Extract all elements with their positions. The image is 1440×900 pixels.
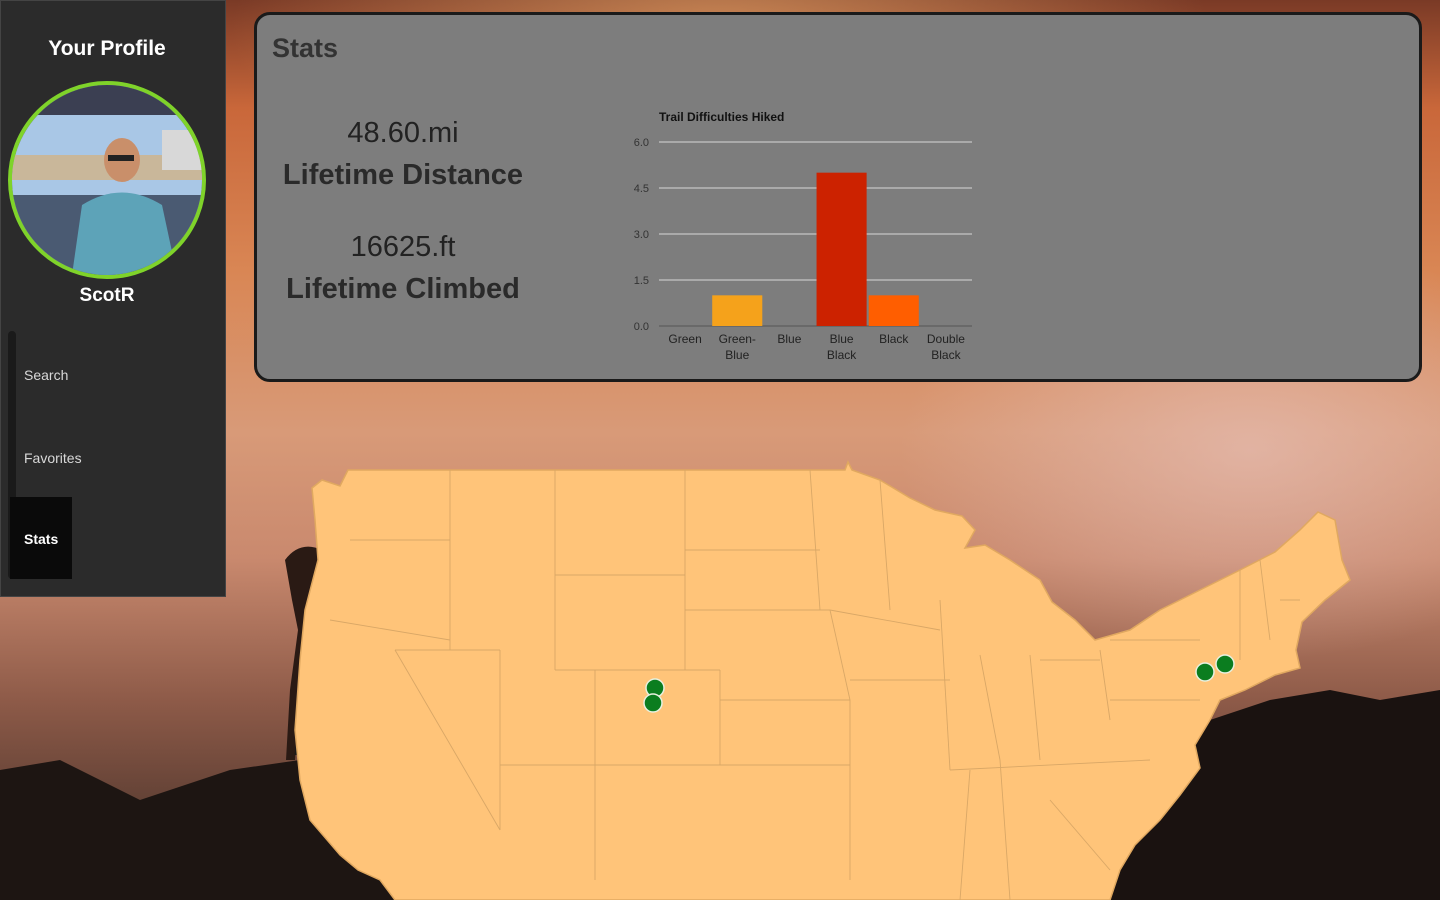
stats-panel: Stats 48.60.mi Lifetime Distance 16625.f… (254, 12, 1422, 382)
username: ScotR (79, 285, 135, 306)
y-tick-label: 3.0 (634, 229, 649, 241)
avatar-photo (12, 85, 202, 275)
hike-marker[interactable] (1215, 654, 1235, 674)
x-tick-label: Black (879, 332, 909, 346)
nav-item-favorites[interactable]: Favorites (10, 416, 82, 498)
bar[interactable] (868, 295, 919, 326)
profile-sidebar: Your Profile ScotR Search Favorites Stat… (0, 0, 226, 597)
y-tick-label: 1.5 (634, 275, 649, 287)
distance-value: 48.60.mi (347, 117, 459, 149)
profile-title: Your Profile (48, 37, 166, 60)
nav-item-label: Favorites (24, 450, 82, 466)
x-tick-label: Green- (719, 332, 756, 346)
climbed-label: Lifetime Climbed (286, 273, 520, 305)
panel-title: Stats (272, 33, 339, 63)
x-tick-label: Blue (777, 332, 801, 346)
x-tick-label: Blue (725, 348, 749, 362)
chart-title: Trail Difficulties Hiked (659, 110, 784, 124)
hike-marker[interactable] (643, 693, 663, 713)
us-map-shape (294, 460, 1351, 900)
nav-item-stats[interactable]: Stats (10, 497, 72, 579)
y-tick-label: 0.0 (634, 321, 649, 333)
climbed-value: 16625.ft (350, 231, 456, 263)
bar[interactable] (816, 172, 867, 326)
x-tick-label: Black (827, 348, 857, 362)
y-tick-label: 4.5 (634, 183, 649, 195)
avatar (8, 81, 206, 279)
x-tick-label: Blue (830, 332, 854, 346)
x-tick-label: Green (668, 332, 701, 346)
x-tick-label: Double (927, 332, 965, 346)
distance-label: Lifetime Distance (282, 159, 524, 191)
nav-item-label: Search (24, 367, 69, 383)
bar[interactable] (712, 295, 763, 326)
hike-marker[interactable] (1195, 662, 1215, 682)
nav-item-label: Stats (24, 531, 59, 547)
difficulty-chart: Trail Difficulties Hiked 0.0 1.5 3.0 4.5 6.0… (634, 110, 972, 362)
x-tick-label: Black (931, 348, 961, 362)
nav-item-search[interactable]: Search (10, 333, 72, 415)
y-tick-label: 6.0 (634, 137, 649, 149)
